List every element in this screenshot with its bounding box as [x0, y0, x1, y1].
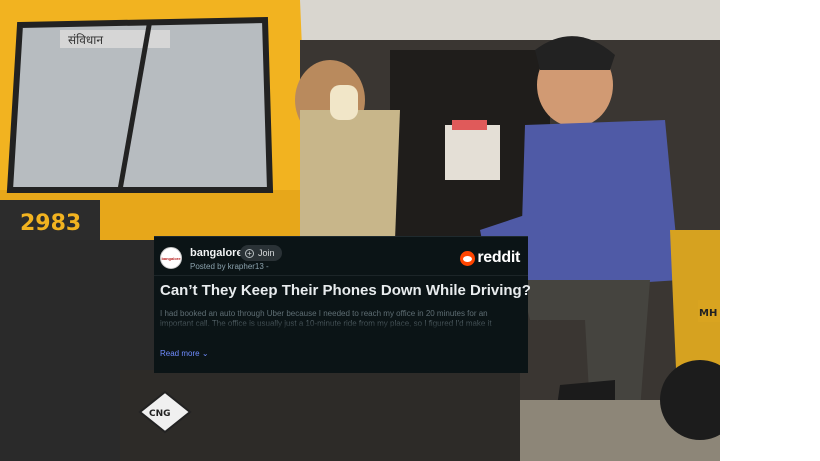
- rear-badge: MH: [699, 308, 717, 319]
- divider: [154, 275, 528, 276]
- reddit-brand[interactable]: reddit: [460, 249, 520, 267]
- cng-badge: CNG: [149, 409, 171, 419]
- posted-by: Posted by krapher13 -: [190, 262, 269, 271]
- chevron-down-icon: ⌄: [201, 349, 209, 358]
- windshield-text: संविधान: [68, 33, 103, 47]
- reddit-wordmark: reddit: [477, 249, 520, 266]
- community-avatar[interactable]: bangalore: [160, 247, 182, 269]
- rickshaw-illustration: संविधान 2983 MH CNG: [0, 0, 720, 461]
- community-name[interactable]: bangalore: [190, 247, 243, 259]
- plate-text: 2983: [20, 211, 81, 236]
- join-label: Join: [258, 248, 275, 258]
- join-button[interactable]: + Join: [240, 245, 282, 261]
- post-title[interactable]: Can’t They Keep Their Phones Down While …: [160, 282, 531, 299]
- reddit-embed-card[interactable]: bangalore bangalore + Join Posted by kra…: [154, 236, 531, 373]
- rickshaw-photo: संविधान 2983 MH CNG: [0, 0, 720, 461]
- community-avatar-text: bangalore: [161, 255, 181, 261]
- post-body: I had booked an auto through Uber becaus…: [160, 309, 520, 331]
- plus-circle-icon: +: [245, 248, 254, 258]
- reddit-snoo-icon: [460, 250, 476, 266]
- read-more-label: Read more: [160, 349, 200, 358]
- card-header: bangalore bangalore + Join Posted by kra…: [160, 245, 522, 273]
- read-more-link[interactable]: Read more ⌄: [160, 349, 209, 358]
